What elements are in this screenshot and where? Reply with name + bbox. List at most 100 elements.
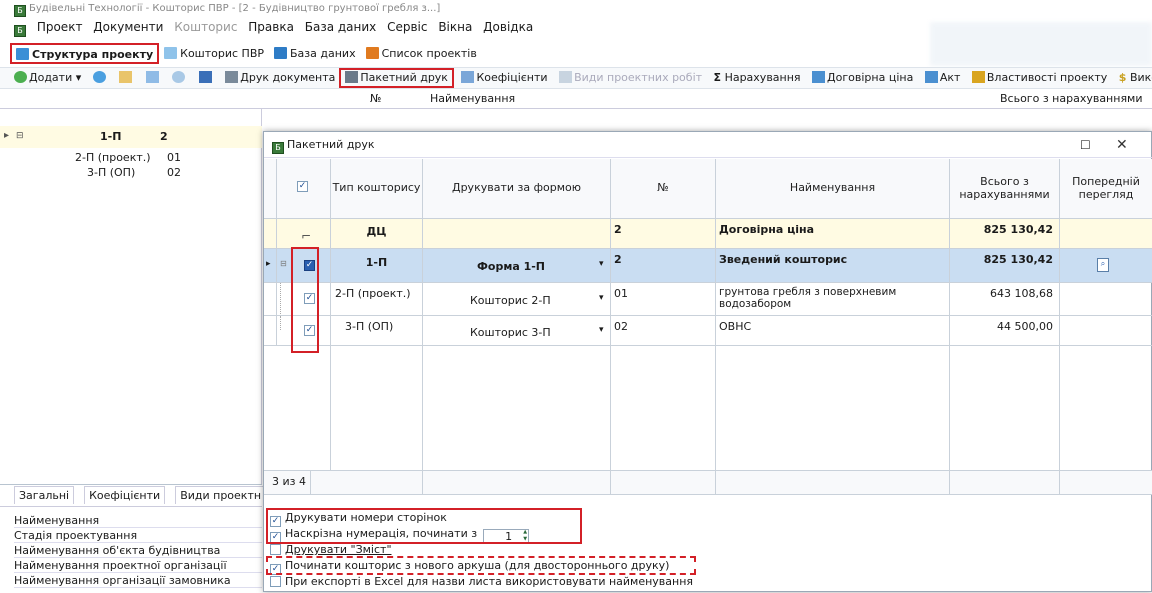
new-sheet-highlight [266,556,696,575]
collapse-icon[interactable]: ⊟ [280,259,287,268]
print-options: ✓ Друкувати номери сторінок ✓ Наскрізна ну… [264,497,1152,593]
tree-root-code: 1-П [100,130,122,143]
tree-child-no: 01 [167,151,181,164]
col-type-header[interactable]: Тип кошторису [331,159,423,219]
footer-cell [716,470,950,495]
document-tabs: Структура проекту Кошторис ПВР База даних С… [0,43,720,65]
cell-type: ДЦ [331,219,423,249]
cell-total: 44 500,00 [950,316,1060,346]
cell-total: 825 130,42 [950,219,1060,249]
circle-icon [92,71,106,83]
add-item-button[interactable] [89,68,112,88]
menu-item-database[interactable]: База даних [305,20,377,34]
col-total-header: Всього з нарахуваннями [1000,92,1143,105]
printer-icon [225,71,239,83]
property-name[interactable]: Найменування [14,513,262,528]
tab-database[interactable]: База даних [269,43,361,64]
form-dropdown[interactable]: Кошторис 3-П ▾ [423,316,611,346]
blurred-background-panel [930,22,1152,66]
app-icon: Б [14,5,26,17]
chevron-down-icon[interactable]: ▾ [599,325,604,335]
tab-project-list[interactable]: Список проектів [361,43,482,64]
tab-work-types[interactable]: Види проектн [175,486,267,504]
act-button[interactable]: Акт [921,68,965,88]
undo-button[interactable] [168,68,191,88]
cell-form[interactable] [423,219,611,249]
project-properties-button[interactable]: Властивості проекту [968,68,1111,88]
menu-item-estimate[interactable]: Кошторис [174,20,237,34]
property-stage[interactable]: Стадія проектування [14,528,262,543]
add-button[interactable]: Додати ▾ [10,68,85,88]
row-indicator [264,219,277,249]
row-indicator: ▸ [264,249,277,283]
menu-item-edit[interactable]: Правка [248,20,294,34]
more-button[interactable]: $ Вико [1115,68,1152,88]
col-total-header[interactable]: Всього з нарахуваннями [950,159,1060,219]
unchecked-tree-checkbox[interactable]: ⌐ [301,229,311,243]
database-icon [274,47,288,59]
menu-item-project[interactable]: Проект [37,20,83,34]
excel-sheet-checkbox[interactable] [270,576,281,587]
tab-general[interactable]: Загальні [14,486,75,504]
col-form-header[interactable]: Друкувати за формою [423,159,611,219]
menu-item-documents[interactable]: Документи [93,20,163,34]
tree-child-code[interactable]: 2-П (проект.) [75,151,151,164]
form-dropdown-value: Форма 1-П [477,260,546,273]
work-types-button[interactable]: Види проектних робіт [555,68,706,88]
footer-cell [423,470,611,495]
tab-estimate-pvr[interactable]: Кошторис ПВР [159,43,269,64]
tree-child-no: 02 [167,166,181,179]
batch-print-button[interactable]: Пакетний друк [339,68,454,88]
col-no-header[interactable]: № [611,159,716,219]
tab-project-structure[interactable]: Структура проекту [10,43,160,64]
chevron-down-icon[interactable]: ▾ [599,259,604,269]
window-title: Будівельні Технології - Кошторис ПВР - [… [29,3,441,14]
collapse-icon[interactable]: ⊟ [16,131,24,141]
estimate-icon [164,47,178,59]
structure-table-header: № Найменування Всього з нарахуваннями [0,89,1152,109]
footer-cell [950,470,1060,495]
properties-icon [971,71,985,83]
select-all-checkbox[interactable]: ✓ [297,181,308,192]
preview-button[interactable]: ⌕ [1060,249,1152,283]
contract-price-button[interactable]: Договірна ціна [808,68,917,88]
close-icon[interactable]: ✕ [1116,137,1128,153]
row-checkbox-cell[interactable]: ⌐ [277,219,331,249]
print-document-button[interactable]: Друк документа [221,68,339,88]
empty-area [1060,346,1152,470]
print-contents-checkbox[interactable] [270,544,281,555]
menu-item-help[interactable]: Довідка [483,20,533,34]
undo-icon [172,71,186,83]
option-excel-sheet-name[interactable]: При експорті в Excel для назви листа вик… [270,575,693,590]
tree-root-row[interactable] [0,126,262,148]
preview-icon[interactable]: ⌕ [1097,258,1109,272]
property-design-org[interactable]: Найменування проектної організації [14,558,262,573]
select-all-header[interactable]: ✓ [277,159,331,219]
app-menu-icon[interactable]: Б [14,25,26,37]
tree-root-no: 2 [160,130,168,143]
paste-button[interactable] [142,68,165,88]
property-object-name[interactable]: Найменування об'єкта будівництва [14,543,262,558]
project-list-icon [365,47,379,59]
form-dropdown[interactable]: Кошторис 2-П ▾ [423,283,611,316]
menu-item-service[interactable]: Сервіс [387,20,427,34]
tab-coefficients[interactable]: Коефіцієнти [84,486,166,504]
form-dropdown-value: Кошторис 2-П [470,294,551,307]
cell-no: 2 [611,249,716,283]
save-button[interactable] [195,68,218,88]
footer-cell [311,470,423,495]
coefficients-button[interactable]: Коефіцієнти [457,68,551,88]
tree-child-code[interactable]: 3-П (ОП) [87,166,135,179]
cell-no: 02 [611,316,716,346]
form-dropdown[interactable]: Форма 1-П ▾ [423,249,611,283]
print-grid: ✓ Тип кошторису Друкувати за формою № На… [264,159,1152,495]
maximize-icon[interactable]: ☐ [1080,138,1091,152]
chevron-down-icon[interactable]: ▾ [599,293,604,303]
col-preview-header[interactable]: Попередній перегляд [1060,159,1152,219]
property-customer-org[interactable]: Найменування організації замовника [14,573,262,588]
menu-item-windows[interactable]: Вікна [438,20,472,34]
charges-button[interactable]: Σ Нарахування [710,68,805,88]
dialog-app-icon: Б [272,142,284,154]
copy-button[interactable] [115,68,138,88]
col-name-header[interactable]: Найменування [716,159,950,219]
